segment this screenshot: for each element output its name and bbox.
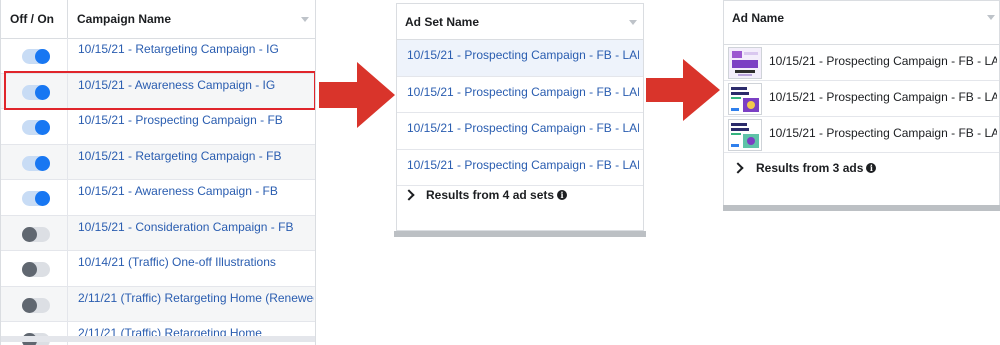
table-row[interactable]: 10/15/21 - Prospecting Campaign - FB - L… [397,77,643,113]
campaigns-table-header: Off / On Campaign Name [1,0,315,39]
toggle-knob [22,262,37,277]
info-icon[interactable]: i [866,163,877,173]
ads-table-body: 10/15/21 - Prospecting Campaign - FB - L… [724,45,999,153]
toggle-cell [1,251,68,286]
toggle-knob [35,155,50,171]
campaigns-table: Off / On Campaign Name 10/15/21 - Retarg… [0,0,316,345]
panel-bottom-edge [723,205,1000,211]
sort-caret-icon[interactable] [987,15,995,20]
on-off-toggle[interactable] [22,155,50,171]
results-summary[interactable]: Results from 4 ad sets i [403,188,568,202]
ads-table: Ad Name 10/15/21 - Prospecting Campaign … [723,0,1000,205]
campaign-name-link[interactable]: 10/14/21 (Traffic) One-off Illustrations [78,255,314,269]
ad-sets-table-body: 10/15/21 - Prospecting Campaign - FB - L… [397,40,643,186]
table-row[interactable]: 10/15/21 - Prospecting Campaign - FB - L… [724,45,999,81]
campaigns-table-body: 10/15/21 - Retargeting Campaign - IG 10/… [1,38,315,345]
table-row[interactable]: 10/15/21 - Prospecting Campaign - FB - L… [397,40,643,77]
on-off-toggle[interactable] [22,49,50,64]
websites-ad-thumbnail[interactable] [728,47,762,79]
toggle-knob [35,120,50,135]
chevron-right-icon[interactable] [732,162,744,174]
ad-set-name-link[interactable]: 10/15/21 - Prospecting Campaign - FB - L… [407,158,639,172]
campaign-name-link[interactable]: 10/15/21 - Prospecting Campaign - FB [78,113,314,127]
on-off-toggle[interactable] [22,84,50,100]
ad-set-name-link[interactable]: 10/15/21 - Prospecting Campaign - FB - L… [407,121,639,135]
on-off-toggle[interactable] [22,191,50,206]
campaign-name-link[interactable]: 10/15/21 - Retargeting Campaign - IG [78,42,314,56]
table-row[interactable]: 10/15/21 - Retargeting Campaign - FB [1,144,315,180]
ad-set-name-link[interactable]: 10/15/21 - Prospecting Campaign - FB - L… [407,85,639,99]
toggle-cell [1,144,68,179]
campaign-name-link[interactable]: 10/15/21 - Awareness Campaign - FB [78,184,314,198]
toggle-cell [1,180,68,215]
table-row[interactable]: 10/15/21 - Awareness Campaign - FB [1,180,315,216]
table-row[interactable]: 10/15/21 - Prospecting Campaign - FB - L… [397,150,643,186]
right-arrow-icon [646,59,720,121]
results-label: Results from 4 ad sets [426,188,555,202]
results-summary[interactable]: Results from 3 ads i [732,161,877,175]
right-arrow-icon [319,62,395,128]
graphic-design-ad-thumbnail[interactable] [728,83,762,115]
toggle-knob [22,297,37,313]
toggle-cell [1,38,68,73]
table-row[interactable]: 10/15/21 - Consideration Campaign - FB [1,215,315,251]
ad-name-text[interactable]: 10/15/21 - Prospecting Campaign - FB - L… [769,54,997,68]
table-row[interactable]: 10/15/21 - Prospecting Campaign - FB [1,109,315,145]
toggle-knob [35,191,50,206]
ad-name-text[interactable]: 10/15/21 - Prospecting Campaign - FB - L… [769,90,997,104]
sort-caret-icon[interactable] [629,20,637,25]
toggle-knob [35,84,50,100]
toggle-knob [35,49,50,64]
panel-bottom-edge [394,231,646,237]
campaign-name-link[interactable]: 10/15/21 - Retargeting Campaign - FB [78,149,314,163]
ad-set-name-column-header[interactable]: Ad Set Name [397,4,643,40]
ad-thumbnail-image [729,84,761,114]
table-row[interactable]: 10/15/21 - Awareness Campaign - IG [1,73,315,109]
table-row[interactable]: 10/15/21 - Prospecting Campaign - FB - L… [724,117,999,153]
toggle-cell [1,73,68,108]
off-on-column-header[interactable]: Off / On [1,0,68,38]
on-off-toggle[interactable] [22,226,50,242]
info-icon[interactable]: i [557,190,568,200]
ad-name-text[interactable]: 10/15/21 - Prospecting Campaign - FB - L… [769,126,997,140]
on-off-toggle[interactable] [22,120,50,135]
table-row[interactable]: 10/15/21 - Prospecting Campaign - FB - L… [724,81,999,117]
ad-name-column-header[interactable]: Ad Name [724,1,999,45]
on-off-toggle[interactable] [22,297,50,313]
horizontal-scrollbar[interactable] [1,336,315,342]
campaign-name-link[interactable]: 10/15/21 - Awareness Campaign - IG [78,78,314,92]
campaign-name-link[interactable]: 2/11/21 (Traffic) Retargeting Home (Rene… [78,291,314,305]
ad-sets-table: Ad Set Name 10/15/21 - Prospecting Campa… [396,3,644,231]
table-row[interactable]: 10/15/21 - Prospecting Campaign - FB - L… [397,113,643,150]
graphic-design-ad-thumbnail[interactable] [728,119,762,151]
toggle-cell [1,109,68,144]
ad-thumbnail-image [729,120,761,150]
chevron-right-icon[interactable] [403,189,415,201]
ad-thumbnail-image [729,48,761,78]
table-row[interactable]: 10/15/21 - Retargeting Campaign - IG [1,38,315,74]
ad-set-name-link[interactable]: 10/15/21 - Prospecting Campaign - FB - L… [407,48,639,62]
results-label: Results from 3 ads [756,161,864,175]
sort-caret-icon[interactable] [301,17,309,22]
campaign-name-link[interactable]: 10/15/21 - Consideration Campaign - FB [78,220,314,234]
toggle-knob [22,226,37,242]
table-row[interactable]: 2/11/21 (Traffic) Retargeting Home (Rene… [1,286,315,322]
on-off-toggle[interactable] [22,262,50,277]
table-row[interactable]: 10/14/21 (Traffic) One-off Illustrations [1,251,315,287]
campaign-name-column-header[interactable]: Campaign Name [68,0,315,38]
toggle-cell [1,286,68,321]
toggle-cell [1,215,68,250]
